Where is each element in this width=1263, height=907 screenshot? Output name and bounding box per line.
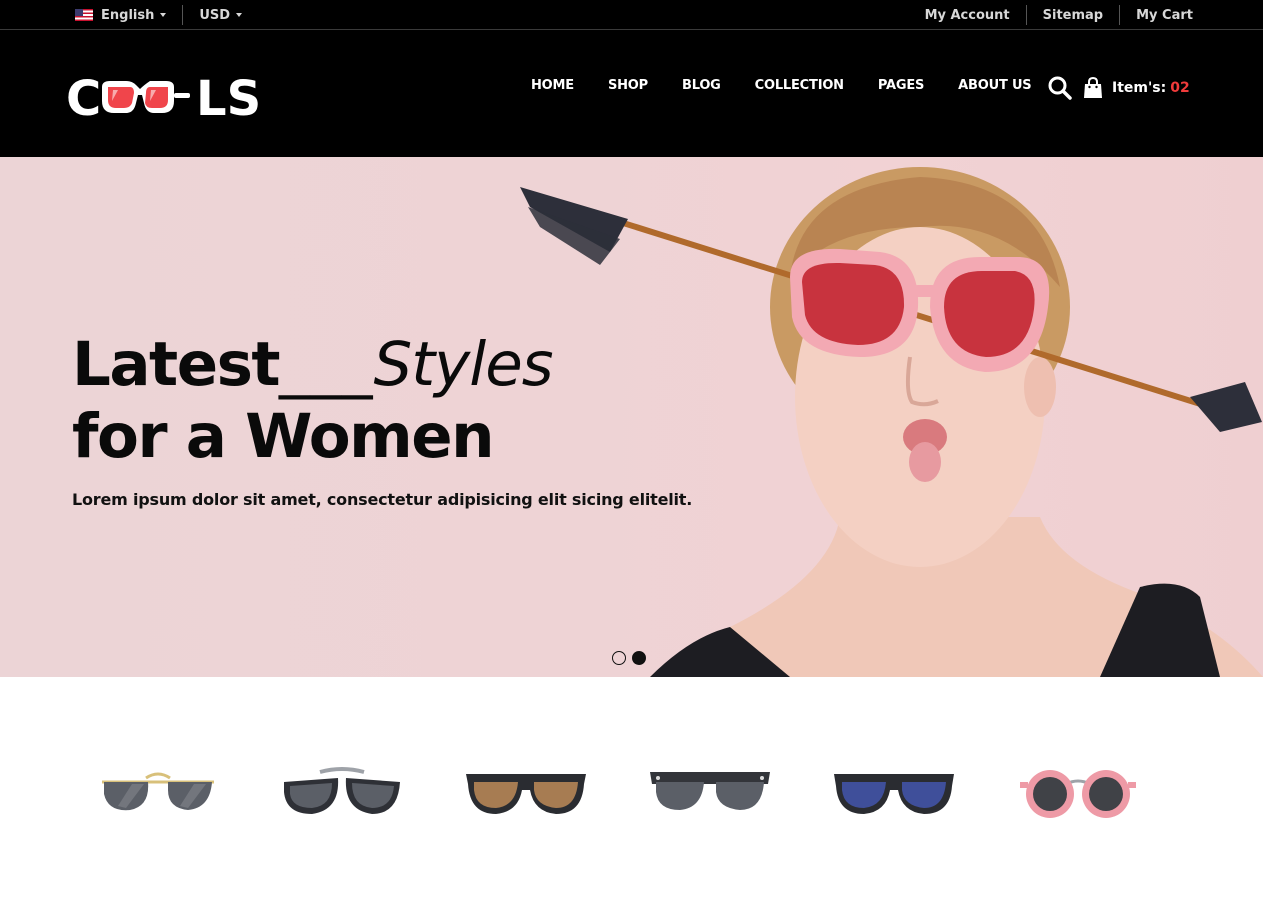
hero-slider: Latest___Styles for a Women Lorem ipsum … [0, 157, 1263, 677]
site-logo[interactable]: C LS [66, 73, 276, 123]
nav-home[interactable]: HOME [531, 78, 574, 93]
top-bar: English USD My Account Sitemap My Cart [0, 0, 1263, 30]
glasses-aviator-gold[interactable] [96, 762, 220, 822]
nav-collection[interactable]: COLLECTION [755, 78, 844, 93]
hero-description: Lorem ipsum dolor sit amet, consectetur … [72, 490, 693, 509]
my-account-link[interactable]: My Account [925, 8, 1010, 23]
hero-headline-line1: Latest___Styles [72, 329, 554, 401]
top-bar-divider [1025, 5, 1027, 25]
sitemap-link[interactable]: Sitemap [1043, 8, 1103, 23]
product-strip [0, 677, 1263, 907]
svg-text:LS: LS [196, 73, 261, 123]
svg-text:C: C [66, 73, 101, 123]
my-cart-link[interactable]: My Cart [1136, 8, 1193, 23]
slider-dot-1[interactable] [612, 651, 626, 665]
top-bar-links: My Account Sitemap My Cart [925, 0, 1193, 30]
hero-model-image [520, 167, 1263, 677]
cart-count-badge: 02 [1170, 80, 1190, 96]
glasses-wayfarer-blue[interactable] [832, 762, 956, 822]
nav-shop[interactable]: SHOP [608, 78, 648, 93]
glasses-round-pink[interactable] [1016, 762, 1140, 822]
cart-label: Item's: [1112, 80, 1167, 96]
search-icon[interactable] [1047, 75, 1073, 101]
shopping-bag-icon [1084, 77, 1102, 98]
top-bar-left: English USD [75, 0, 243, 30]
language-label: English [101, 7, 155, 23]
top-bar-divider [182, 5, 184, 25]
hero-title-word2: Styles [373, 329, 554, 400]
chevron-down-icon [236, 13, 243, 17]
hero-title-word1: Latest [72, 329, 281, 400]
glasses-round-black[interactable] [280, 762, 404, 822]
nav-about-us[interactable]: ABOUT US [958, 78, 1031, 93]
main-header: C LS HOME SHOP BLOG COLLECTION PAGES ABO… [0, 30, 1263, 157]
language-selector[interactable]: English [75, 0, 167, 30]
chevron-down-icon [160, 13, 167, 17]
glasses-square-brown[interactable] [464, 762, 588, 822]
nav-pages[interactable]: PAGES [878, 78, 925, 93]
hero-headline-line2: for a Women [72, 401, 495, 472]
top-bar-divider [1119, 5, 1121, 25]
slider-pagination [612, 651, 646, 665]
cart-button[interactable]: Item's: 02 [1083, 75, 1190, 101]
nav-blog[interactable]: BLOG [682, 78, 721, 93]
hero-headline: Latest___Styles for a Women [72, 329, 554, 473]
glasses-clubmaster-black[interactable] [648, 762, 772, 822]
hero-title-separator: ___ [279, 329, 374, 400]
currency-label: USD [199, 7, 231, 23]
slider-dot-2[interactable] [632, 651, 646, 665]
currency-selector[interactable]: USD [199, 0, 243, 30]
main-nav: HOME SHOP BLOG COLLECTION PAGES ABOUT US [531, 78, 1032, 93]
us-flag-icon [75, 9, 93, 21]
